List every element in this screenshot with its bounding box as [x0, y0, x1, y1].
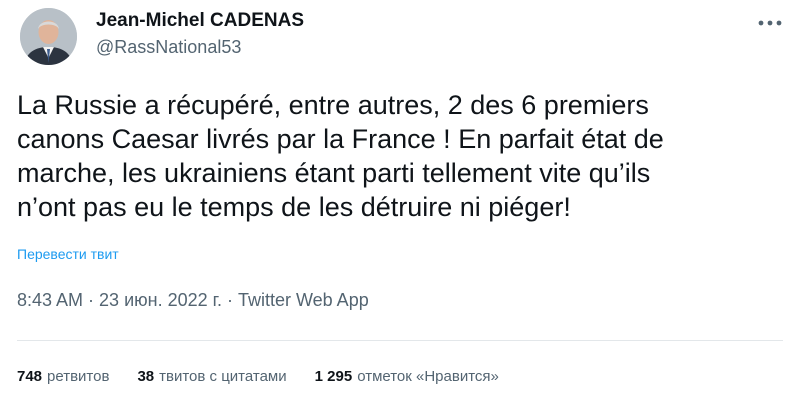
tweet-text-line: canons Caesar livrés par la France ! En …	[17, 124, 664, 154]
quotes-label: твитов с цитатами	[159, 368, 287, 385]
tweet-text-line: La Russie a récupéré, entre autres, 2 de…	[17, 90, 649, 120]
quotes-count: 38	[137, 368, 155, 385]
author-handle[interactable]: @RassNational53	[96, 37, 241, 58]
likes-label: отметок «Нравится»	[357, 368, 499, 385]
retweets-stat[interactable]: 748 ретвитов	[17, 368, 109, 385]
tweet-source[interactable]: Twitter Web App	[238, 290, 369, 310]
tweet-metadata: 8:43 AM · 23 июн. 2022 г. · Twitter Web …	[17, 290, 369, 311]
tweet-text: La Russie a récupéré, entre autres, 2 de…	[17, 88, 787, 224]
avatar-photo	[20, 8, 77, 65]
likes-count: 1 295	[314, 368, 353, 385]
author-display-name[interactable]: Jean-Michel CADENAS	[96, 10, 304, 32]
translate-tweet-link[interactable]: Перевести твит	[17, 246, 119, 262]
tweet-text-line: n’ont pas eu le temps de les détruire ni…	[17, 192, 571, 222]
tweet-date[interactable]: 23 июн. 2022 г.	[99, 290, 222, 310]
retweets-count: 748	[17, 368, 43, 385]
more-options-button[interactable]	[755, 12, 785, 34]
meta-separator: ·	[221, 290, 238, 310]
tweet-text-line: marche, les ukrainiens étant parti telle…	[17, 158, 651, 188]
likes-stat[interactable]: 1 295 отметок «Нравится»	[315, 368, 499, 385]
engagement-stats: 748 ретвитов 38 твитов с цитатами 1 295 отм…	[17, 368, 527, 385]
retweets-label: ретвитов	[47, 368, 110, 385]
more-horizontal-icon	[758, 20, 782, 26]
quotes-stat[interactable]: 38 твитов с цитатами	[137, 368, 286, 385]
avatar[interactable]	[20, 8, 77, 65]
tweet-time[interactable]: 8:43 AM	[17, 290, 83, 310]
meta-separator: ·	[83, 290, 100, 310]
divider	[17, 340, 783, 341]
